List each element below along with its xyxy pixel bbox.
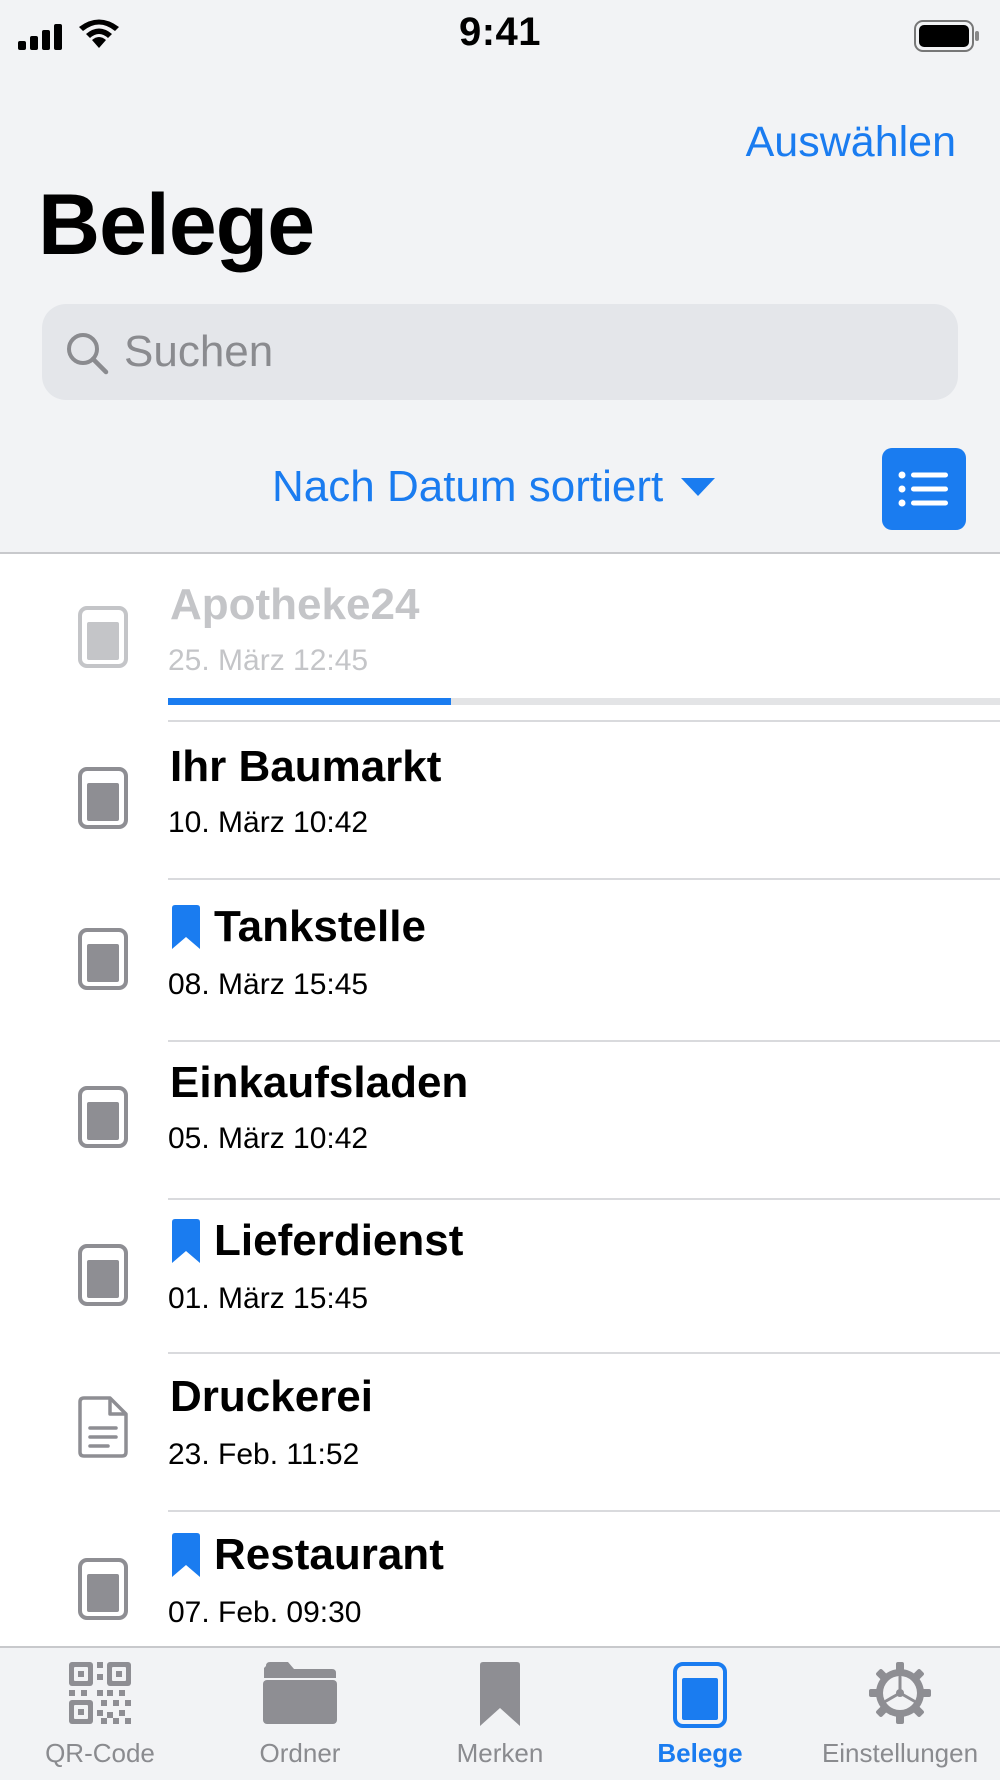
receipt-icon — [78, 928, 128, 990]
tab-ordner[interactable]: Ordner — [200, 1648, 400, 1780]
receipt-date: 05. März 10:42 — [168, 1122, 369, 1155]
receipt-title: Druckerei — [170, 1372, 374, 1421]
sort-dropdown[interactable]: Nach Datum sortiert — [272, 462, 716, 512]
receipt-date: 25. März 12:45 — [168, 644, 369, 677]
receipt-row[interactable]: Lieferdienst 01. März 15:45 — [0, 1200, 1000, 1354]
gear-icon — [869, 1662, 931, 1724]
search-input[interactable] — [124, 304, 924, 400]
receipt-icon — [78, 1086, 128, 1148]
receipt-title: Ihr Baumarkt — [170, 742, 442, 791]
tab-label: Belege — [657, 1738, 743, 1768]
chevron-down-icon — [681, 478, 716, 496]
receipt-row[interactable]: Einkaufsladen 05. März 10:42 — [0, 1042, 1000, 1200]
receipt-date: 07. Feb. 09:30 — [168, 1596, 362, 1629]
tab-label: Einstellungen — [821, 1738, 979, 1768]
receipt-date: 23. Feb. 11:52 — [168, 1438, 360, 1471]
document-icon — [78, 1396, 128, 1458]
receipt-date: 08. März 15:45 — [168, 968, 369, 1001]
tab-label: Ordner — [259, 1738, 341, 1768]
receipt-date: 10. März 10:42 — [168, 806, 369, 839]
list-icon — [898, 471, 948, 507]
receipt-icon — [78, 1558, 128, 1620]
tab-einstellungen[interactable]: Einstellungen — [800, 1648, 1000, 1780]
search-bar[interactable] — [42, 304, 958, 400]
bookmark-icon — [172, 1533, 200, 1577]
bookmark-icon — [480, 1662, 520, 1726]
select-button[interactable]: Auswählen — [746, 118, 956, 167]
receipt-icon — [78, 767, 128, 829]
receipt-date: 01. März 15:45 — [168, 1282, 369, 1315]
upload-progress-bar — [168, 698, 1000, 705]
folder-icon — [263, 1662, 337, 1724]
receipt-title: Lieferdienst — [170, 1216, 463, 1266]
list-view-toggle-button[interactable] — [882, 448, 966, 530]
receipt-row[interactable]: Restaurant 07. Feb. 09:30 — [0, 1512, 1000, 1650]
receipt-row[interactable]: Druckerei 23. Feb. 11:52 — [0, 1354, 1000, 1512]
battery-icon — [914, 20, 979, 52]
qr-code-icon — [69, 1662, 131, 1724]
tab-bar: QR-Code Ordner Merken Belege Einstellung… — [0, 1646, 1000, 1780]
receipt-title: Apotheke24 — [170, 580, 420, 629]
receipt-list: Apotheke24 25. März 12:45 Ihr Baumarkt 1… — [0, 552, 1000, 1650]
receipt-row[interactable]: Tankstelle 08. März 15:45 — [0, 880, 1000, 1042]
status-bar: 9:41 — [0, 0, 1000, 70]
receipt-icon — [78, 1244, 128, 1306]
search-icon — [67, 333, 109, 375]
tab-merken[interactable]: Merken — [400, 1648, 600, 1780]
receipt-icon — [78, 606, 128, 668]
bookmark-icon — [172, 905, 200, 949]
tab-label: QR-Code — [45, 1738, 155, 1768]
receipt-title: Tankstelle — [170, 902, 426, 952]
receipt-row[interactable]: Ihr Baumarkt 10. März 10:42 — [0, 722, 1000, 880]
bookmark-icon — [172, 1219, 200, 1263]
status-time: 9:41 — [458, 10, 542, 54]
receipt-title: Restaurant — [170, 1530, 444, 1580]
tab-label: Merken — [456, 1738, 544, 1768]
page-title: Belege — [38, 177, 315, 273]
tab-belege[interactable]: Belege — [600, 1648, 800, 1780]
upload-progress-fill — [168, 698, 451, 705]
receipt-title: Einkaufsladen — [170, 1058, 469, 1107]
receipt-row-uploading[interactable]: Apotheke24 25. März 12:45 — [0, 554, 1000, 716]
sort-label: Nach Datum sortiert — [272, 462, 664, 511]
receipt-icon — [673, 1662, 727, 1728]
tab-qr-code[interactable]: QR-Code — [0, 1648, 200, 1780]
